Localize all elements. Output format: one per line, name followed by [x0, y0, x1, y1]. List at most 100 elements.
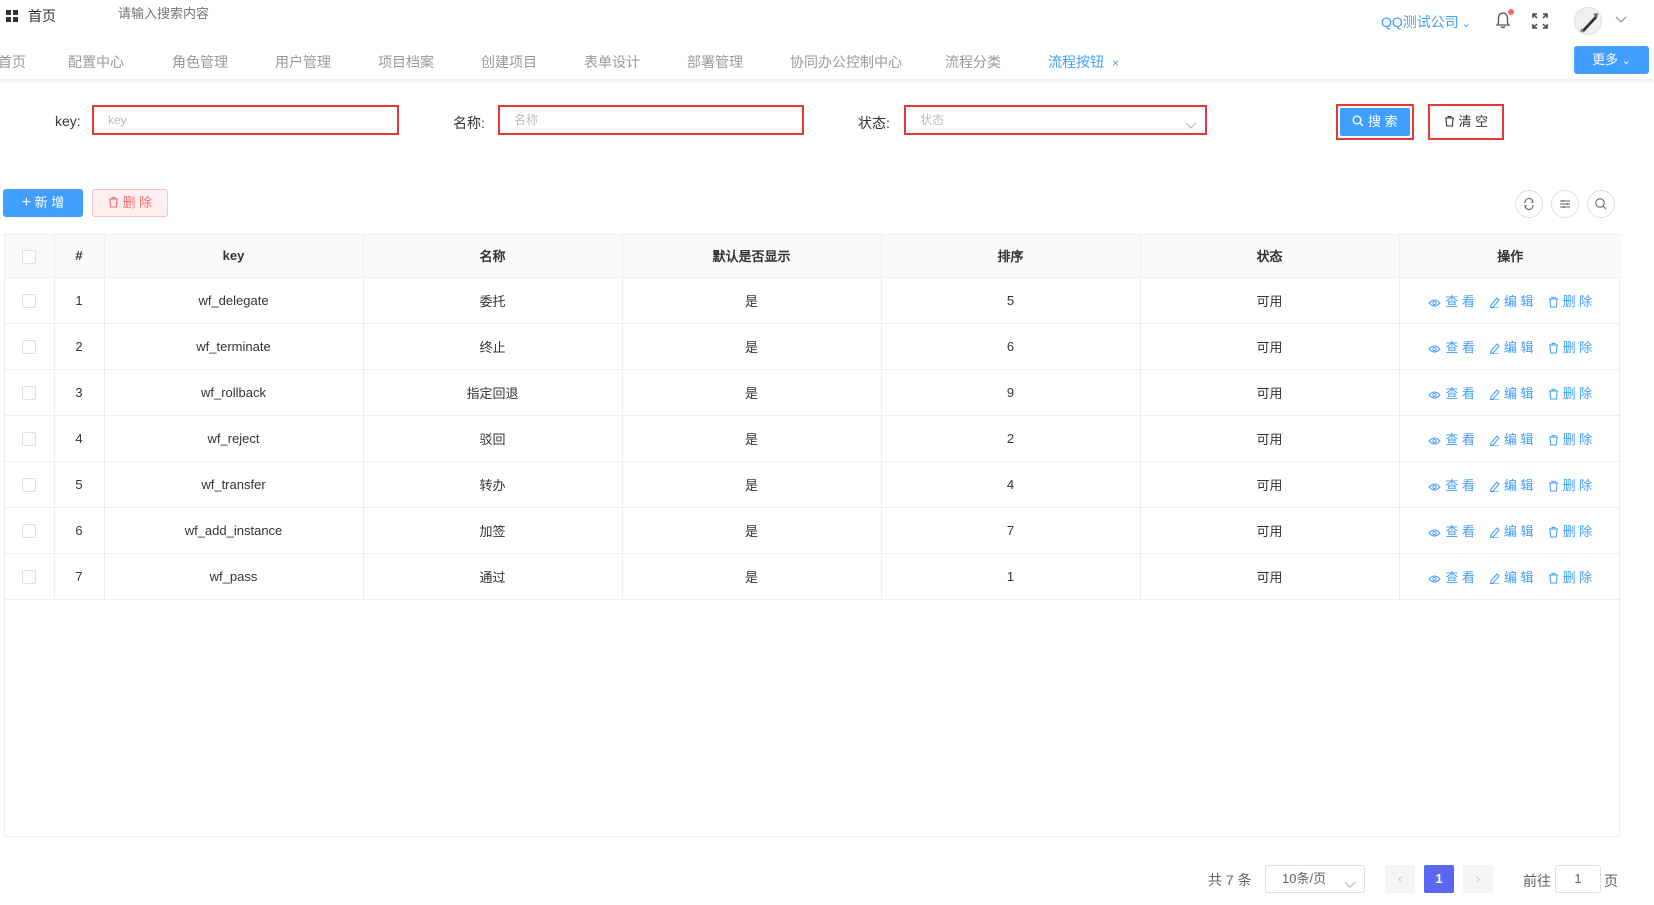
refresh-icon[interactable]	[1515, 190, 1543, 218]
delete-button[interactable]: 删 除	[1548, 386, 1592, 401]
search-icon	[1352, 114, 1364, 129]
tab-role-management[interactable]: 角色管理	[172, 52, 228, 72]
cell-sort: 5	[881, 277, 1141, 324]
cell-name: 指定回退	[363, 369, 623, 416]
search-button[interactable]: 搜 索	[1336, 104, 1414, 140]
status-select[interactable]: 状态	[904, 105, 1207, 135]
clear-button[interactable]: 清 空	[1428, 104, 1504, 140]
tab-flow-category[interactable]: 流程分类	[945, 52, 1001, 72]
column-header-actions: 操作	[1399, 235, 1621, 278]
name-input[interactable]: 名称	[498, 105, 804, 135]
delete-button[interactable]: 删 除	[1548, 478, 1592, 493]
name-label: 名称:	[453, 115, 485, 131]
row-select-cell	[5, 553, 55, 600]
edit-label: 编 辑	[1503, 523, 1534, 539]
table-row: 4 wf_reject 驳回是 2 可用 查 看 编 辑 删 除	[5, 415, 1621, 462]
close-icon[interactable]: ×	[1112, 56, 1119, 70]
delete-button[interactable]: 删 除	[1548, 294, 1592, 309]
add-button[interactable]: + 新 增	[3, 189, 83, 217]
global-search-input[interactable]	[118, 6, 318, 21]
delete-button[interactable]: 删 除	[1548, 523, 1593, 539]
cell-index: 7	[54, 553, 105, 600]
tab-deploy-management[interactable]: 部署管理	[687, 52, 743, 72]
row-checkbox[interactable]	[22, 523, 37, 538]
edit-button[interactable]: 编 辑	[1489, 524, 1534, 539]
cell-actions: 查 看编 辑删 除	[1399, 323, 1621, 370]
row-checkbox[interactable]	[22, 339, 37, 354]
delete-button[interactable]: 删 除	[1548, 569, 1593, 585]
edit-label: 编 辑	[1503, 431, 1534, 447]
edit-button[interactable]: 编 辑	[1489, 478, 1534, 493]
prev-page-button[interactable]: ‹	[1385, 865, 1415, 893]
fullscreen-icon[interactable]	[1531, 12, 1549, 30]
view-label: 查 看	[1445, 477, 1475, 493]
avatar[interactable]	[1574, 7, 1602, 35]
edit-button[interactable]: 编 辑	[1489, 570, 1534, 585]
view-button[interactable]: 查 看	[1428, 294, 1475, 309]
delete-button[interactable]: 删 除	[1548, 432, 1592, 447]
row-checkbox[interactable]	[22, 293, 37, 308]
filter-settings-icon[interactable]	[1551, 190, 1579, 218]
view-button[interactable]: 查 看	[1428, 524, 1475, 539]
edit-label: 编 辑	[1503, 385, 1534, 401]
trash-icon	[1548, 432, 1563, 447]
edit-button[interactable]: 编 辑	[1489, 294, 1534, 309]
more-button[interactable]: 更多 ⌄	[1574, 46, 1649, 74]
row-select-cell	[5, 415, 55, 462]
next-page-button[interactable]: ›	[1463, 865, 1493, 893]
cell-key: wf_terminate	[104, 323, 364, 370]
table-row: 1 wf_delegate 委托是 5 可用 查 看 编 辑 删 除	[5, 277, 1621, 324]
tab-project-archive[interactable]: 项目档案	[378, 52, 434, 72]
row-checkbox[interactable]	[22, 569, 37, 584]
delete-label: 删 除	[1562, 523, 1593, 539]
chevron-down-icon[interactable]	[1614, 12, 1628, 26]
row-checkbox[interactable]	[22, 431, 37, 446]
edit-button[interactable]: 编 辑	[1489, 340, 1534, 355]
tab-config-center[interactable]: 配置中心	[68, 52, 124, 72]
select-all-checkbox[interactable]	[22, 249, 37, 264]
search-icon[interactable]	[1587, 190, 1615, 218]
view-button[interactable]: 查 看	[1428, 478, 1475, 493]
cell-name: 终止	[363, 323, 623, 370]
tab-flow-buttons-label: 流程按钮	[1048, 54, 1104, 70]
view-button[interactable]: 查 看	[1428, 570, 1475, 585]
edit-button[interactable]: 编 辑	[1489, 386, 1534, 401]
tab-form-design[interactable]: 表单设计	[584, 52, 640, 72]
row-checkbox[interactable]	[22, 385, 37, 400]
goto-page-input[interactable]: 1	[1555, 865, 1601, 893]
delete-button[interactable]: 删 除	[1548, 340, 1592, 355]
current-page-button[interactable]: 1	[1424, 865, 1454, 893]
eye-icon	[1428, 478, 1445, 493]
key-input[interactable]: key	[92, 105, 399, 135]
eye-icon	[1428, 570, 1445, 585]
tab-office-control-center[interactable]: 协同办公控制中心	[790, 52, 902, 72]
company-switcher[interactable]: QQ测试公司 ⌄	[1381, 12, 1471, 32]
bell-icon[interactable]	[1494, 9, 1514, 29]
cell-default-show: 是	[622, 461, 882, 508]
tab-user-management[interactable]: 用户管理	[275, 52, 331, 72]
home-title[interactable]: 首页	[28, 6, 56, 26]
view-button[interactable]: 查 看	[1428, 432, 1475, 447]
cell-status: 可用	[1140, 461, 1400, 508]
chevron-right-icon: ›	[1475, 871, 1481, 886]
clear-button-label: 清 空	[1458, 114, 1489, 129]
tab-create-project[interactable]: 创建项目	[481, 52, 537, 72]
cell-key: wf_pass	[104, 553, 364, 600]
cell-name: 驳回	[363, 415, 623, 462]
cell-name: 转办	[363, 461, 623, 508]
row-checkbox[interactable]	[22, 477, 37, 492]
plus-icon: +	[21, 194, 32, 211]
column-header-status: 状态	[1140, 235, 1400, 278]
page-size-select[interactable]: 10条/页	[1265, 865, 1365, 893]
delete-label: 删 除	[1562, 569, 1593, 585]
tab-flow-buttons[interactable]: 流程按钮 ×	[1048, 52, 1119, 72]
table-header-row: # key 名称 默认是否显示 排序 状态 操作	[5, 235, 1621, 278]
key-label: key:	[55, 113, 81, 129]
batch-delete-button[interactable]: 删 除	[92, 189, 168, 217]
tab-home[interactable]: 首页	[0, 52, 26, 72]
grid-icon[interactable]	[6, 10, 18, 22]
view-button[interactable]: 查 看	[1428, 340, 1475, 355]
edit-button[interactable]: 编 辑	[1489, 432, 1534, 447]
view-button[interactable]: 查 看	[1428, 386, 1475, 401]
search-button-label: 搜 索	[1368, 114, 1398, 129]
